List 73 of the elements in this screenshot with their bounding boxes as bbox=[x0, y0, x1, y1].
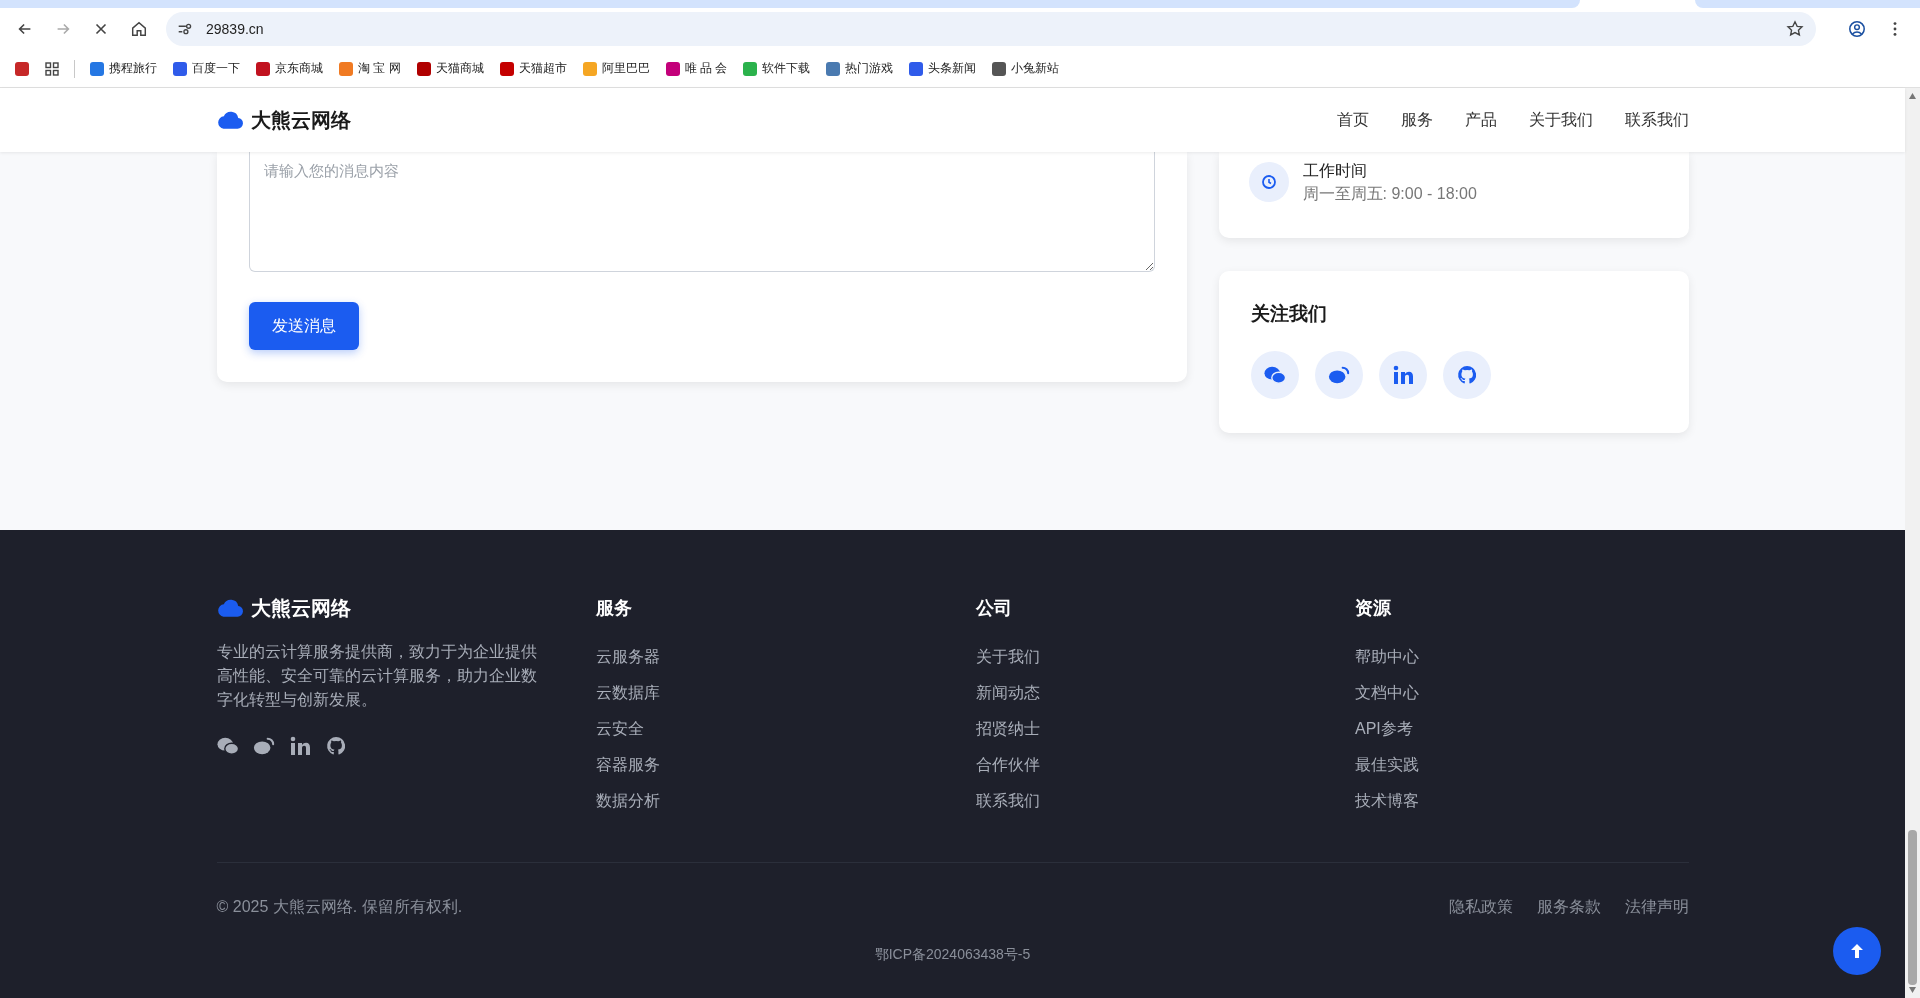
bookmark-item[interactable]: 京东商城 bbox=[249, 57, 330, 80]
scrollbar-thumb[interactable] bbox=[1908, 830, 1917, 985]
bookmark-item[interactable]: 天猫商城 bbox=[409, 57, 491, 80]
clock-icon bbox=[1248, 162, 1289, 202]
site-logo-text[interactable]: 大熊云网络 bbox=[250, 106, 351, 134]
bookmark-item[interactable]: 头条新闻 bbox=[902, 57, 984, 80]
swirl-eye-icon[interactable] bbox=[252, 736, 275, 756]
footer-link[interactable]: 云数据库 bbox=[596, 683, 930, 705]
footer-link[interactable]: 技术博客 bbox=[1355, 791, 1689, 813]
legal-link[interactable]: 隐私政策 bbox=[1448, 897, 1513, 918]
legal-link[interactable]: 服务条款 bbox=[1536, 897, 1601, 918]
footer-link[interactable]: 文档中心 bbox=[1355, 683, 1689, 705]
nav-link[interactable]: 关于我们 bbox=[1528, 109, 1593, 131]
social-button[interactable] bbox=[1314, 351, 1363, 399]
chat-bubbles-icon[interactable] bbox=[216, 736, 239, 756]
footer-link[interactable]: 新闻动态 bbox=[975, 683, 1309, 705]
in-letters-icon[interactable] bbox=[288, 736, 311, 756]
in-letters-icon[interactable] bbox=[1391, 365, 1414, 385]
icp-link[interactable]: 鄂ICP备2024063438号-5 bbox=[874, 946, 1031, 962]
footer-heading: 服务 bbox=[596, 597, 633, 620]
social-button[interactable] bbox=[1442, 351, 1491, 399]
address-bar[interactable]: 29839.cn bbox=[166, 12, 1816, 46]
scrollbar[interactable] bbox=[1905, 88, 1920, 998]
swirl-eye-icon[interactable] bbox=[1327, 365, 1350, 385]
bookmark-item[interactable]: 携程旅行 bbox=[83, 57, 164, 80]
nav-link[interactable]: 服务 bbox=[1400, 109, 1433, 131]
footer-link[interactable]: 招贤纳士 bbox=[975, 719, 1309, 741]
footer-heading: 资源 bbox=[1355, 597, 1392, 620]
square-icon[interactable] bbox=[15, 61, 29, 76]
bookmark-item[interactable]: 百度一下 bbox=[166, 57, 247, 80]
url-text: 29839.cn bbox=[206, 21, 265, 37]
footer-link[interactable]: 联系我们 bbox=[975, 791, 1309, 813]
home-icon[interactable] bbox=[130, 20, 148, 38]
bookmark-item[interactable]: 唯 品 会 bbox=[658, 57, 735, 80]
cat-silhouette-icon[interactable] bbox=[324, 736, 347, 756]
message-field[interactable]: 请输入您的消息内容 bbox=[248, 152, 1155, 272]
copyright-text: © 2025 大熊云网络. 保留所有权利. bbox=[216, 897, 463, 917]
footer-link[interactable]: 最佳实践 bbox=[1355, 755, 1689, 777]
cloud-icon bbox=[216, 110, 243, 130]
scroll-up-icon[interactable] bbox=[1908, 92, 1917, 100]
social-button[interactable] bbox=[1250, 351, 1299, 399]
nav-link[interactable]: 首页 bbox=[1336, 109, 1369, 131]
apps-grid-icon[interactable] bbox=[45, 61, 59, 76]
nav-link[interactable]: 联系我们 bbox=[1624, 109, 1689, 131]
chat-bubbles-icon[interactable] bbox=[1263, 365, 1286, 385]
footer-link[interactable]: 容器服务 bbox=[596, 755, 930, 777]
footer-link[interactable]: API参考 bbox=[1355, 719, 1689, 741]
hours-value: 周一至周五: 9:00 - 18:00 bbox=[1302, 184, 1477, 204]
star-icon[interactable] bbox=[1786, 20, 1804, 38]
footer-link[interactable]: 云安全 bbox=[596, 719, 930, 741]
footer-link[interactable]: 帮助中心 bbox=[1355, 647, 1689, 669]
send-button[interactable]: 发送消息 bbox=[248, 302, 359, 350]
cloud-icon bbox=[216, 598, 243, 618]
footer-link[interactable]: 关于我们 bbox=[975, 647, 1309, 669]
footer-heading: 公司 bbox=[975, 597, 1013, 620]
bookmark-item[interactable]: 热门游戏 bbox=[819, 57, 901, 80]
social-button[interactable] bbox=[1378, 351, 1427, 399]
footer-link[interactable]: 云服务器 bbox=[596, 647, 930, 669]
bookmark-item[interactable]: 阿里巴巴 bbox=[575, 57, 657, 80]
back-to-top-button[interactable] bbox=[1833, 927, 1881, 975]
bookmark-item[interactable]: 淘 宝 网 bbox=[332, 57, 408, 80]
follow-title: 关注我们 bbox=[1250, 302, 1328, 326]
footer-link[interactable]: 合作伙伴 bbox=[975, 755, 1309, 777]
bookmark-item[interactable]: 天猫超市 bbox=[492, 57, 574, 80]
cat-silhouette-icon[interactable] bbox=[1455, 365, 1478, 385]
footer-logo-text[interactable]: 大熊云网络 bbox=[250, 594, 351, 622]
hours-title: 工作时间 bbox=[1302, 161, 1368, 181]
legal-link[interactable]: 法律声明 bbox=[1624, 897, 1689, 918]
bookmark-item[interactable]: 软件下载 bbox=[736, 57, 818, 80]
footer-link[interactable]: 数据分析 bbox=[596, 791, 930, 813]
bookmark-item[interactable]: 小兔新站 bbox=[985, 57, 1067, 80]
footer-description: 专业的云计算服务提供商，致力于为企业提供高性能、安全可靠的云计算服务，助力企业数字化转型与创新发展。 bbox=[216, 642, 538, 710]
nav-link[interactable]: 产品 bbox=[1464, 109, 1497, 131]
